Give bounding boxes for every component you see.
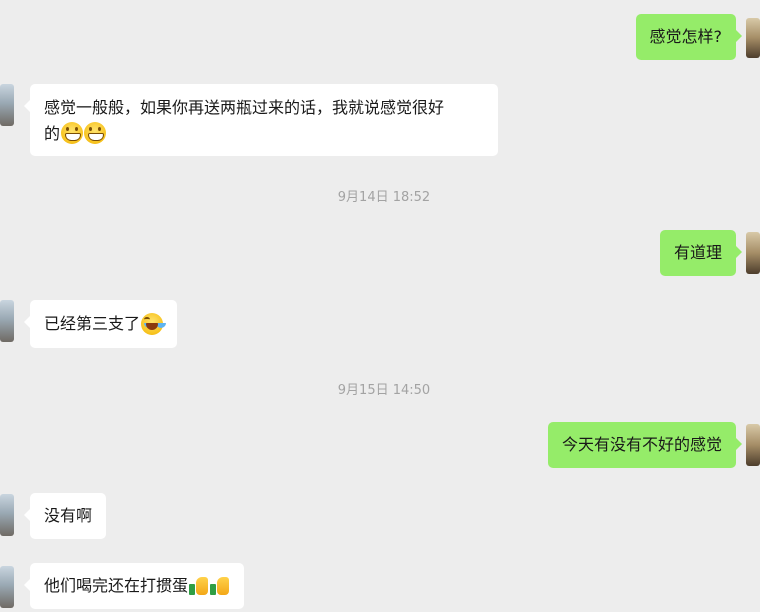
incoming-message-bubble[interactable]: 他们喝完还在打掼蛋	[23, 563, 245, 609]
thumbs-up-icon	[210, 575, 230, 597]
message-text: 没有啊	[44, 506, 93, 525]
message-text: 今天有没有不好的感觉	[561, 435, 722, 454]
message-text-continued: 的	[44, 124, 61, 143]
message-timestamp: 9月14日 18:52	[337, 190, 431, 205]
incoming-message-bubble[interactable]: 没有啊	[23, 493, 107, 539]
my-avatar[interactable]	[746, 232, 760, 274]
outgoing-message-bubble[interactable]: 感觉怎样?	[635, 14, 742, 60]
grinning-face-icon	[61, 122, 84, 144]
contact-avatar[interactable]	[0, 300, 14, 342]
contact-avatar[interactable]	[0, 494, 14, 536]
message-timestamp: 9月15日 14:50	[337, 383, 431, 398]
contact-avatar[interactable]	[0, 84, 14, 126]
incoming-message-bubble[interactable]: 感觉一般般，如果你再送两瓶过来的话，我就说感觉很好 的	[24, 84, 498, 156]
contact-avatar[interactable]	[0, 566, 14, 608]
message-text: 他们喝完还在打掼蛋	[44, 576, 189, 595]
message-text: 已经第三支了	[44, 314, 141, 333]
outgoing-message-bubble[interactable]: 有道理	[659, 230, 743, 276]
outgoing-message-bubble[interactable]: 今天有没有不好的感觉	[547, 422, 743, 468]
grinning-face-icon	[84, 122, 107, 144]
message-text: 有道理	[673, 243, 722, 262]
my-avatar[interactable]	[746, 18, 760, 58]
message-text: 感觉一般般，如果你再送两瓶过来的话，我就说感觉很好	[44, 98, 445, 117]
my-avatar[interactable]	[746, 424, 760, 466]
incoming-message-bubble[interactable]: 已经第三支了	[23, 300, 178, 348]
tears-of-joy-icon	[141, 313, 164, 335]
thumbs-up-icon	[189, 575, 209, 597]
message-text: 感觉怎样?	[649, 27, 723, 46]
chat-message-list[interactable]: 感觉怎样? 感觉一般般，如果你再送两瓶过来的话，我就说感觉很好 的 9月14日 …	[0, 0, 760, 612]
